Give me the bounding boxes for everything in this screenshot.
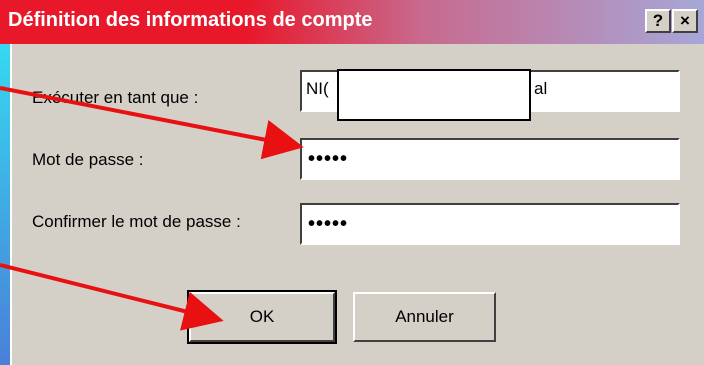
annotation-arrows bbox=[0, 86, 304, 331]
arrow-to-ok bbox=[0, 263, 224, 331]
arrow-to-password bbox=[0, 86, 304, 160]
